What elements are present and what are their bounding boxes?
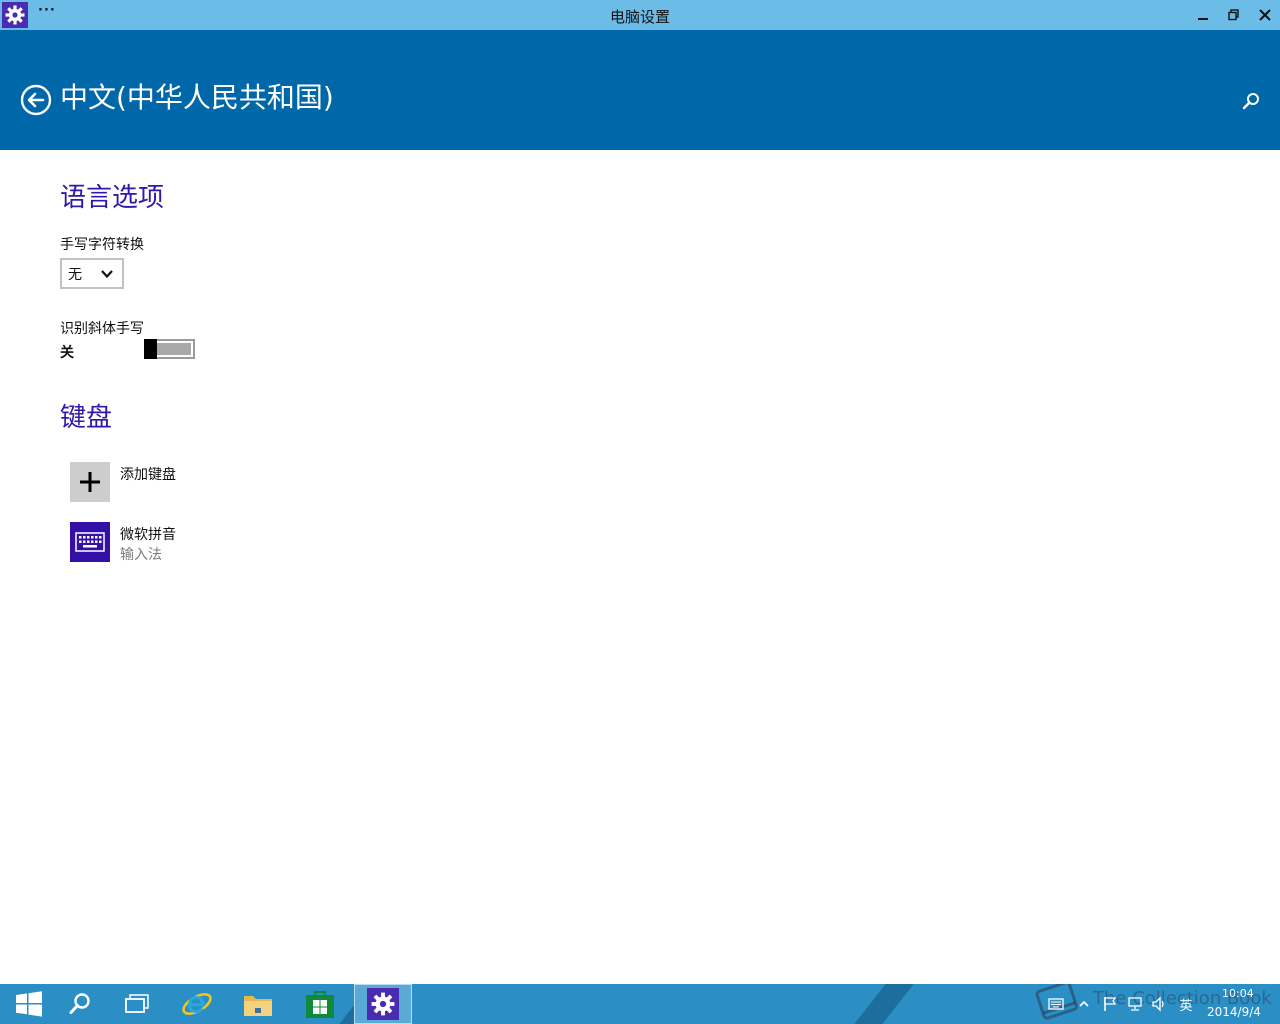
page-header: 中文(中华人民共和国) [0, 30, 1280, 150]
task-view-button[interactable] [108, 984, 166, 1024]
minimize-button[interactable] [1188, 0, 1218, 30]
ime-indicator[interactable]: 英 [1178, 996, 1194, 1014]
start-button[interactable] [0, 984, 58, 1024]
store-button[interactable] [291, 984, 349, 1024]
microsoft-pinyin-tile [70, 522, 110, 562]
action-center-flag-icon[interactable] [1102, 996, 1118, 1012]
touch-keyboard-icon[interactable] [1048, 996, 1064, 1012]
page-title: 中文(中华人民共和国) [60, 81, 334, 114]
italic-toggle-state: 关 [60, 345, 74, 361]
handwriting-conversion-dropdown[interactable]: 无 [60, 258, 124, 289]
windows-start-icon [16, 991, 42, 1017]
keyboard-item-name: 微软拼音 [120, 527, 176, 543]
plus-icon [80, 472, 100, 492]
close-icon [1259, 9, 1271, 21]
window-title: 电脑设置 [609, 8, 670, 26]
pc-settings-taskbar-button[interactable] [354, 984, 412, 1024]
chevron-down-icon [101, 270, 113, 279]
internet-explorer-icon [182, 993, 212, 1015]
clock-time[interactable]: 10:04 [1222, 987, 1254, 1000]
search-icon[interactable] [1240, 90, 1262, 112]
taskbar: The Collection Book 英 10:04 2014/9/4 [0, 984, 1280, 1024]
internet-explorer-button[interactable] [168, 984, 226, 1024]
toggle-thumb[interactable] [144, 339, 157, 359]
restore-icon [1228, 9, 1239, 21]
network-icon[interactable] [1127, 996, 1143, 1012]
restore-button[interactable] [1219, 0, 1249, 30]
file-explorer-button[interactable] [229, 984, 287, 1024]
language-options-heading: 语言选项 [60, 183, 165, 213]
volume-icon[interactable] [1151, 996, 1167, 1012]
show-hidden-icons-chevron-icon[interactable] [1076, 996, 1092, 1012]
keyboard-icon [75, 532, 105, 552]
dropdown-selected-value: 无 [68, 266, 82, 283]
keyboard-item-subtitle: 输入法 [120, 547, 162, 563]
back-arrow-icon[interactable] [20, 84, 52, 116]
close-button[interactable] [1250, 0, 1280, 30]
add-keyboard-button[interactable]: 添加键盘 [70, 462, 310, 504]
keyboard-item-microsoft-pinyin[interactable]: 微软拼音 输入法 [70, 522, 310, 564]
italic-handwriting-label: 识别斜体手写 [60, 321, 144, 337]
pc-settings-tile [367, 988, 399, 1020]
store-icon [306, 991, 334, 1018]
task-view-icon [125, 994, 149, 1013]
add-keyboard-tile [70, 462, 110, 502]
italic-handwriting-toggle[interactable] [144, 339, 195, 359]
minimize-icon [1198, 18, 1208, 20]
handwriting-conversion-label: 手写字符转换 [60, 237, 144, 253]
file-explorer-icon [244, 996, 272, 1016]
add-keyboard-label: 添加键盘 [120, 467, 176, 483]
search-icon [69, 993, 90, 1014]
taskbar-decoration [846, 984, 922, 1024]
keyboard-heading: 键盘 [60, 403, 113, 433]
taskbar-search-button[interactable] [51, 984, 109, 1024]
pc-settings-icon [371, 992, 395, 1016]
title-bar: ··· 电脑设置 [0, 0, 1280, 30]
clock-date[interactable]: 2014/9/4 [1207, 1005, 1261, 1019]
